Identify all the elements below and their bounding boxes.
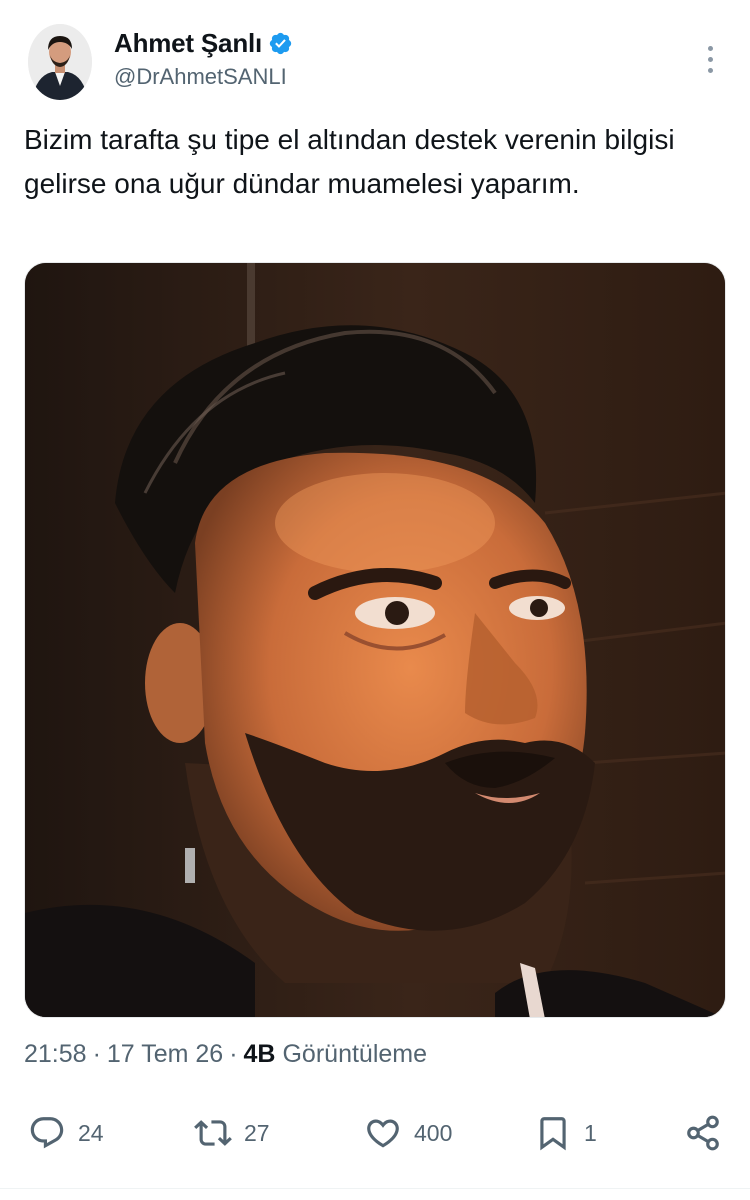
author-handle[interactable]: @DrAhmetSANLI xyxy=(114,64,293,90)
repost-button[interactable]: 27 xyxy=(194,1108,270,1158)
tweet-header: Ahmet Şanlı @DrAhmetSANLI xyxy=(24,22,726,104)
heart-icon xyxy=(367,1119,399,1148)
repost-icon xyxy=(194,1120,232,1146)
share-button[interactable] xyxy=(684,1108,722,1158)
display-name-row: Ahmet Şanlı xyxy=(114,24,293,62)
more-vertical-icon[interactable] xyxy=(700,46,720,80)
author-names: Ahmet Şanlı @DrAhmetSANLI xyxy=(114,24,293,90)
views-label: Görüntüleme xyxy=(282,1040,428,1068)
reply-count: 24 xyxy=(78,1119,104,1146)
author-display-name[interactable]: Ahmet Şanlı xyxy=(114,28,262,59)
tweet-time[interactable]: 21:58 xyxy=(24,1040,87,1069)
tweet-actions: 24 27 400 1 xyxy=(24,1108,726,1158)
repost-count: 27 xyxy=(244,1119,270,1146)
views-count[interactable]: 4B xyxy=(244,1040,276,1069)
tweet-text: Bizim tarafta şu tipe el altından destek… xyxy=(24,124,675,199)
author-avatar[interactable] xyxy=(28,24,92,100)
divider xyxy=(0,1188,750,1189)
verified-badge-icon[interactable] xyxy=(268,31,293,56)
tweet-date[interactable]: 17 Tem 26 xyxy=(107,1040,223,1069)
tweet-media-image[interactable] xyxy=(24,262,726,1018)
share-icon xyxy=(687,1115,719,1151)
like-count: 400 xyxy=(414,1119,453,1146)
meta-separator-2: · xyxy=(229,1040,238,1068)
bookmark-count: 1 xyxy=(584,1119,597,1146)
bookmark-button[interactable]: 1 xyxy=(534,1108,597,1158)
meta-separator: · xyxy=(92,1040,101,1068)
like-button[interactable]: 400 xyxy=(364,1108,452,1158)
bookmark-icon xyxy=(540,1117,566,1151)
reply-icon xyxy=(30,1117,64,1149)
reply-button[interactable]: 24 xyxy=(28,1108,104,1158)
tweet-meta: 21:58 · 17 Tem 26 · 4B Görüntüleme xyxy=(24,1040,427,1069)
